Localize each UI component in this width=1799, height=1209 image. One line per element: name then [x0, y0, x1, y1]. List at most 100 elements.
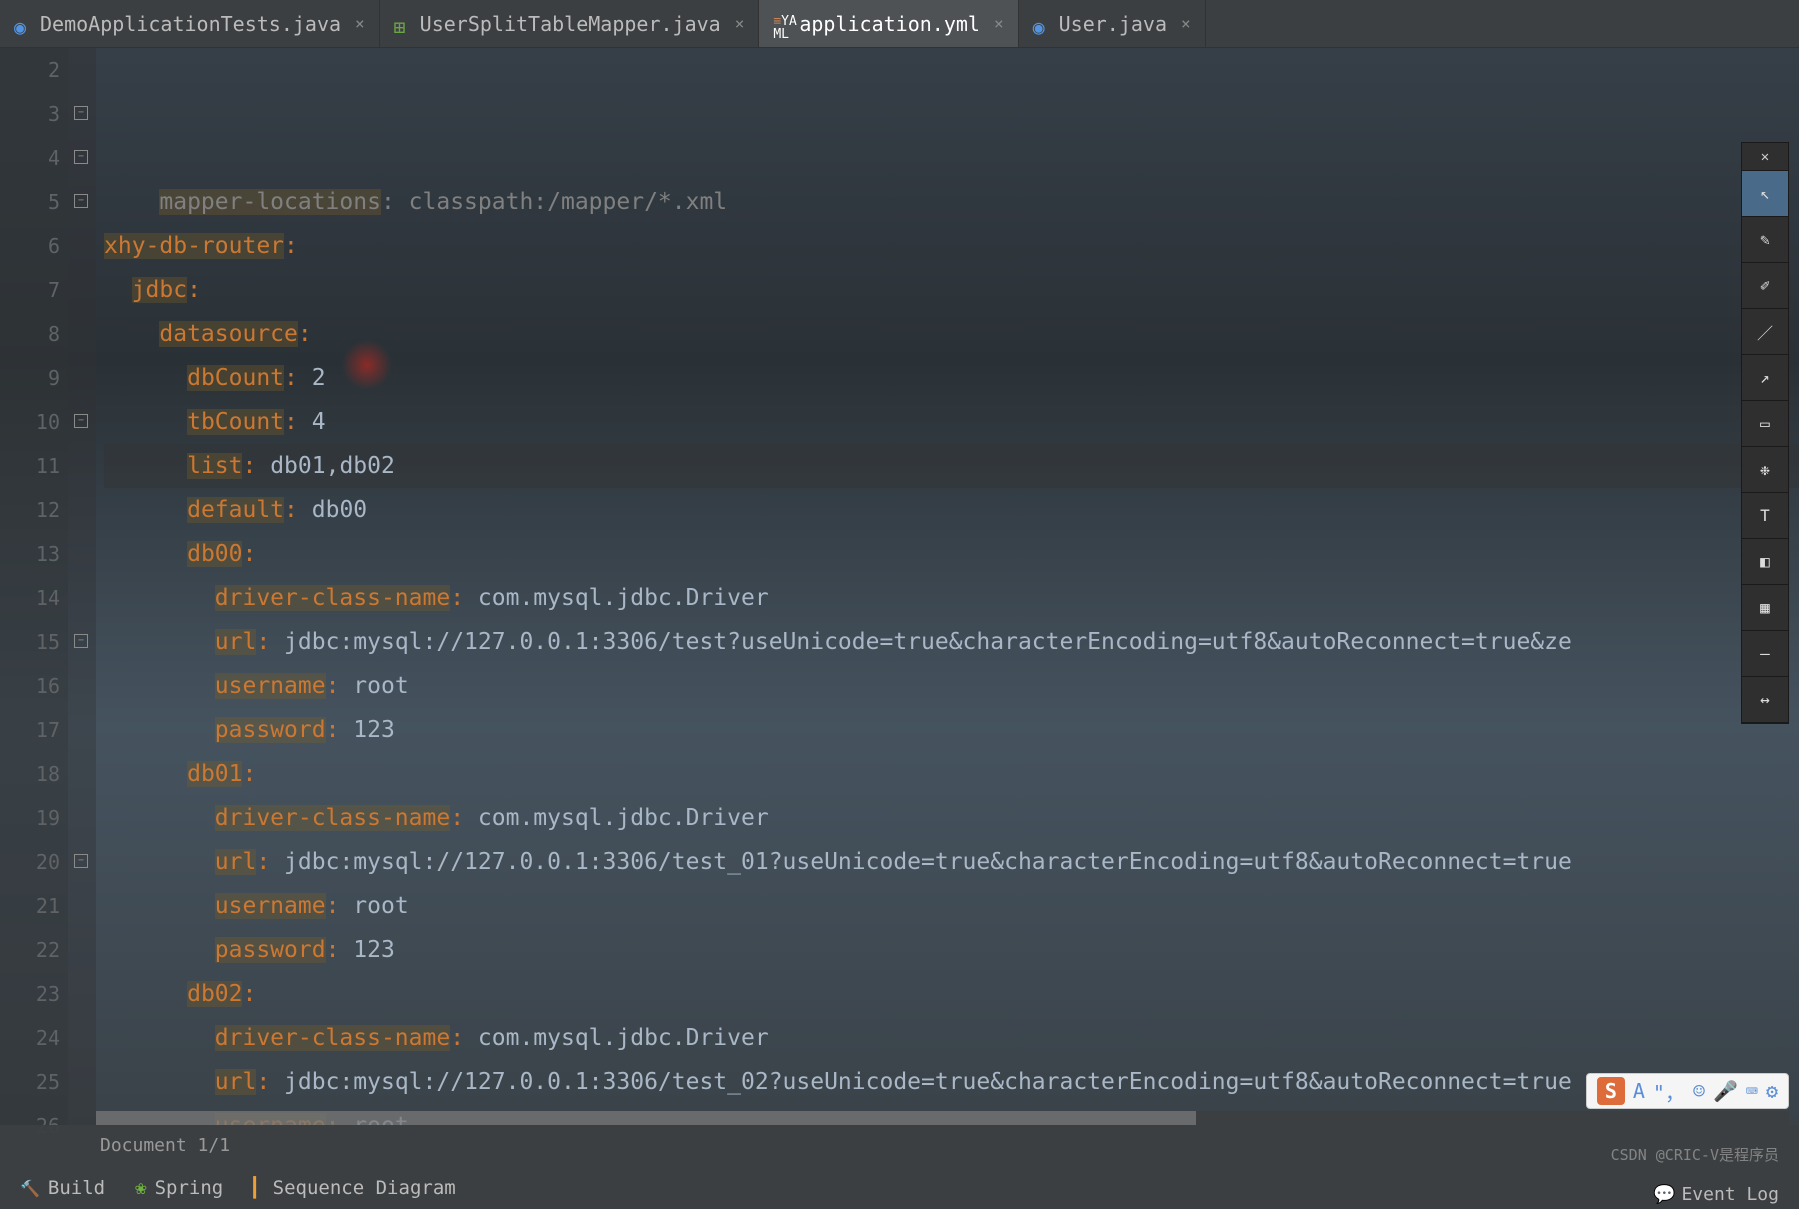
line-number: 25	[0, 1060, 60, 1104]
code-line-20[interactable]: db02:	[104, 972, 1799, 1016]
code-line-19[interactable]: password: 123	[104, 928, 1799, 972]
watermark: CSDN @CRIC-V是程序员	[1611, 1144, 1779, 1165]
pencil-tool-icon[interactable]: ✎	[1742, 217, 1788, 263]
code-line-7[interactable]: tbCount: 4	[104, 400, 1799, 444]
tab-close-icon[interactable]: ×	[735, 14, 745, 33]
line-number: 11	[0, 444, 60, 488]
line-number: 17	[0, 708, 60, 752]
fold-toggle-icon[interactable]: −	[74, 854, 88, 868]
code-line-16[interactable]: driver-class-name: com.mysql.jdbc.Driver	[104, 796, 1799, 840]
line-number: 4	[0, 136, 60, 180]
tab-close-icon[interactable]: ×	[355, 14, 365, 33]
ime-toolbar[interactable]: S A "， ☺ 🎤 ⌨ ⚙	[1586, 1073, 1789, 1109]
tool-label: Build	[48, 1177, 105, 1199]
line-number: 19	[0, 796, 60, 840]
document-counter: Document 1/1	[100, 1135, 230, 1156]
fold-toggle-icon[interactable]: −	[74, 634, 88, 648]
code-line-2[interactable]: mapper-locations: classpath:/mapper/*.xm…	[104, 180, 1799, 224]
line-number-gutter: 2345678910111213141516171819202122232425…	[0, 48, 68, 1125]
line-number: 20	[0, 840, 60, 884]
line-number: 14	[0, 576, 60, 620]
java-file-icon	[1033, 15, 1051, 33]
spring-icon	[135, 1177, 146, 1199]
ime-mode-badge[interactable]: S	[1597, 1077, 1625, 1105]
line-number: 18	[0, 752, 60, 796]
arrows-tool-icon[interactable]: ↔	[1742, 677, 1788, 723]
line-number: 9	[0, 356, 60, 400]
line-number: 2	[0, 48, 60, 92]
code-line-13[interactable]: username: root	[104, 664, 1799, 708]
code-line-18[interactable]: username: root	[104, 884, 1799, 928]
code-line-9[interactable]: default: db00	[104, 488, 1799, 532]
line-number: 23	[0, 972, 60, 1016]
editor-tabs: DemoApplicationTests.java×UserSplitTable…	[0, 0, 1799, 48]
ime-comma-icon[interactable]: "，	[1653, 1077, 1685, 1106]
ime-emoji-icon[interactable]: ☺	[1693, 1079, 1705, 1103]
code-line-14[interactable]: password: 123	[104, 708, 1799, 752]
pointer-tool-icon[interactable]: ↖	[1742, 171, 1788, 217]
annotation-toolbar: ✕ ↖✎✐／↗▭❉T◧▦—↔	[1741, 142, 1789, 724]
code-line-12[interactable]: url: jdbc:mysql://127.0.0.1:3306/test?us…	[104, 620, 1799, 664]
sequence-diagram-tool[interactable]: Sequence Diagram	[253, 1177, 455, 1199]
code-line-5[interactable]: datasource:	[104, 312, 1799, 356]
minus-tool-icon[interactable]: —	[1742, 631, 1788, 677]
tab-demoapplicationtests-java[interactable]: DemoApplicationTests.java×	[0, 0, 380, 47]
tab-close-icon[interactable]: ×	[1181, 14, 1191, 33]
scrollbar-thumb[interactable]	[96, 1111, 1196, 1125]
blur-tool-icon[interactable]: ▦	[1742, 585, 1788, 631]
line-number: 21	[0, 884, 60, 928]
code-line-21[interactable]: driver-class-name: com.mysql.jdbc.Driver	[104, 1016, 1799, 1060]
rect-tool-icon[interactable]: ▭	[1742, 401, 1788, 447]
arrow-tool-icon[interactable]: ↗	[1742, 355, 1788, 401]
code-line-8[interactable]: list: db01,db02	[104, 444, 1799, 488]
line-number: 5	[0, 180, 60, 224]
build-tool[interactable]: Build	[20, 1177, 105, 1199]
line-number: 24	[0, 1016, 60, 1060]
tab-usersplittablemapper-java[interactable]: UserSplitTableMapper.java ×	[380, 0, 760, 47]
fold-toggle-icon[interactable]: −	[74, 194, 88, 208]
code-editor[interactable]: mapper-locations: classpath:/mapper/*.xm…	[96, 48, 1799, 1125]
tab-application-yml[interactable]: YA MLapplication.yml×	[759, 0, 1018, 47]
line-number: 10	[0, 400, 60, 444]
tab-label: UserSplitTableMapper.java	[420, 12, 721, 36]
line-number: 22	[0, 928, 60, 972]
mapper-file-icon	[394, 15, 412, 33]
event-log-button[interactable]: 💬 Event Log	[1653, 1184, 1779, 1205]
tab-close-icon[interactable]: ×	[994, 14, 1004, 33]
line-number: 3	[0, 92, 60, 136]
build-icon	[20, 1177, 40, 1199]
eraser-tool-icon[interactable]: ◧	[1742, 539, 1788, 585]
highlighter-tool-icon[interactable]: ✐	[1742, 263, 1788, 309]
line-number: 13	[0, 532, 60, 576]
fold-toggle-icon[interactable]: −	[74, 150, 88, 164]
code-line-15[interactable]: db01:	[104, 752, 1799, 796]
seq-icon	[253, 1177, 264, 1199]
code-line-4[interactable]: jdbc:	[104, 268, 1799, 312]
code-line-10[interactable]: db00:	[104, 532, 1799, 576]
tool-label: Spring	[155, 1177, 224, 1199]
text-tool-icon[interactable]: T	[1742, 493, 1788, 539]
fold-toggle-icon[interactable]: −	[74, 106, 88, 120]
code-line-11[interactable]: driver-class-name: com.mysql.jdbc.Driver	[104, 576, 1799, 620]
ime-keyboard-icon[interactable]: ⌨	[1746, 1079, 1758, 1103]
stamp-tool-icon[interactable]: ❉	[1742, 447, 1788, 493]
code-line-6[interactable]: dbCount: 2	[104, 356, 1799, 400]
close-icon[interactable]: ✕	[1742, 143, 1788, 171]
horizontal-scrollbar[interactable]	[96, 1111, 1789, 1125]
balloon-icon: 💬	[1653, 1184, 1675, 1205]
spring-tool[interactable]: Spring	[135, 1177, 223, 1199]
ime-lang[interactable]: A	[1633, 1079, 1645, 1103]
ime-mic-icon[interactable]: 🎤	[1713, 1079, 1738, 1103]
line-number: 6	[0, 224, 60, 268]
fold-toggle-icon[interactable]: −	[74, 414, 88, 428]
code-line-22[interactable]: url: jdbc:mysql://127.0.0.1:3306/test_02…	[104, 1060, 1799, 1104]
tab-label: User.java	[1059, 12, 1167, 36]
line-number: 16	[0, 664, 60, 708]
code-line-3[interactable]: xhy-db-router:	[104, 224, 1799, 268]
code-line-17[interactable]: url: jdbc:mysql://127.0.0.1:3306/test_01…	[104, 840, 1799, 884]
line-tool-icon[interactable]: ／	[1742, 309, 1788, 355]
java-file-icon	[14, 15, 32, 33]
ime-settings-icon[interactable]: ⚙	[1766, 1079, 1778, 1103]
tab-user-java[interactable]: User.java ×	[1019, 0, 1206, 47]
status-bar: Document 1/1	[0, 1125, 1799, 1167]
